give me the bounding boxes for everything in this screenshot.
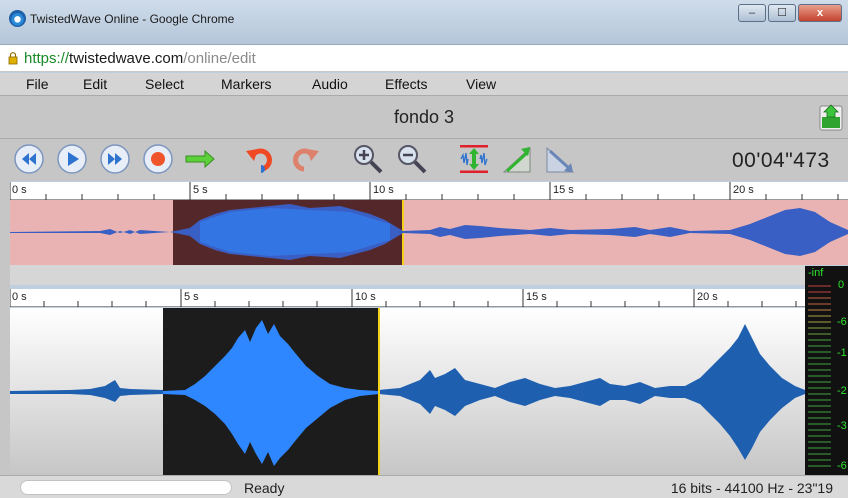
window-controls: – ☐ x [738,4,842,22]
status-text: Ready [244,480,285,496]
overview-tick-0: 0 s [12,184,27,196]
zoom-in-button[interactable] [352,143,384,175]
overview-tick-15: 15 s [553,184,574,196]
meter-label-1: -1 [837,347,847,359]
meter-label-inf: -inf [808,267,824,279]
level-meter: -inf 0 -6 -1 -2 -3 -6 [805,266,848,475]
fast-forward-icon [100,144,130,174]
waveform-separator [10,265,805,285]
menu-effects[interactable]: Effects [385,73,428,95]
menu-select[interactable]: Select [145,73,184,95]
main-tick-5: 5 s [184,291,199,303]
address-bar[interactable]: https://twistedwave.com/online/edit [0,44,848,72]
zoom-out-icon [398,145,427,174]
waveform-unselected [10,324,805,460]
undo-button[interactable] [244,143,276,175]
meter-label-6: -6 [837,316,847,328]
play-selection-button[interactable] [184,143,216,175]
main-tick-15: 15 s [526,291,547,303]
record-icon [143,144,173,174]
fade-in-icon [502,146,531,173]
progress-bar [20,480,232,495]
chrome-logo-icon [9,10,26,27]
document-title-bar: fondo 3 [0,96,848,139]
undo-icon [246,148,272,173]
lock-icon [8,52,18,65]
left-margin [0,181,10,475]
normalize-button[interactable] [458,143,490,175]
record-button[interactable] [142,143,174,175]
fast-forward-button[interactable] [99,143,131,175]
overview-tick-20: 20 s [733,184,754,196]
menu-edit[interactable]: Edit [83,73,107,95]
document-title: fondo 3 [393,107,455,127]
menu-markers[interactable]: Markers [221,73,272,95]
maximize-button[interactable]: ☐ [768,4,796,22]
url-scheme: https:// [24,50,70,67]
url-path: /online/edit [183,50,256,67]
overview-wave [10,204,848,260]
meter-label-6b: -6 [837,460,847,472]
window-title: TwistedWave Online - Google Chrome [30,12,235,26]
main-tick-0: 0 s [12,291,27,303]
overview-tick-10: 10 s [373,184,394,196]
meter-label-3: -3 [837,420,847,432]
minimize-button[interactable]: – [738,4,766,22]
redo-icon [293,148,319,172]
fade-in-button[interactable] [501,143,533,175]
play-icon [57,144,87,174]
normalize-icon [460,145,488,173]
main-ruler[interactable]: 0 s 5 s 10 s 15 s 20 s [10,289,805,307]
rewind-icon [14,144,44,174]
overview-ruler[interactable]: 0 s 5 s 10 s 15 s 20 s [10,182,848,200]
fade-out-button[interactable] [544,143,576,175]
play-button[interactable] [56,143,88,175]
toolbar [0,139,848,181]
meter-label-2: -2 [837,385,847,397]
meter-label-0: 0 [838,279,845,291]
app-menu-bar: File Edit Select Markers Audio Effects V… [0,73,848,96]
rewind-button[interactable] [13,143,45,175]
main-tick-10: 10 s [355,291,376,303]
audio-format-info: 16 bits - 44100 Hz - 23"19 [670,480,833,496]
main-tick-20: 20 s [697,291,718,303]
menu-audio[interactable]: Audio [312,73,348,95]
fade-out-icon [546,146,575,173]
zoom-in-icon [354,145,383,174]
redo-button[interactable] [289,143,321,175]
status-bar: Ready 16 bits - 44100 Hz - 23"19 [0,475,848,498]
window-title-bar: TwistedWave Online - Google Chrome – ☐ x [0,0,848,44]
main-waveform[interactable] [10,308,805,475]
url-text[interactable]: https://twistedwave.com/online/edit [24,50,256,67]
menu-file[interactable]: File [26,73,49,95]
arrow-right-icon [185,149,215,169]
time-display: 00'04"473 [732,149,830,172]
export-icon[interactable] [819,103,843,131]
zoom-out-button[interactable] [396,143,428,175]
level-meter-bars [808,285,831,467]
menu-view[interactable]: View [466,73,496,95]
close-button[interactable]: x [798,4,842,22]
overview-waveform[interactable] [10,200,848,265]
url-host: twistedwave.com [69,50,184,67]
overview-tick-5: 5 s [193,184,208,196]
